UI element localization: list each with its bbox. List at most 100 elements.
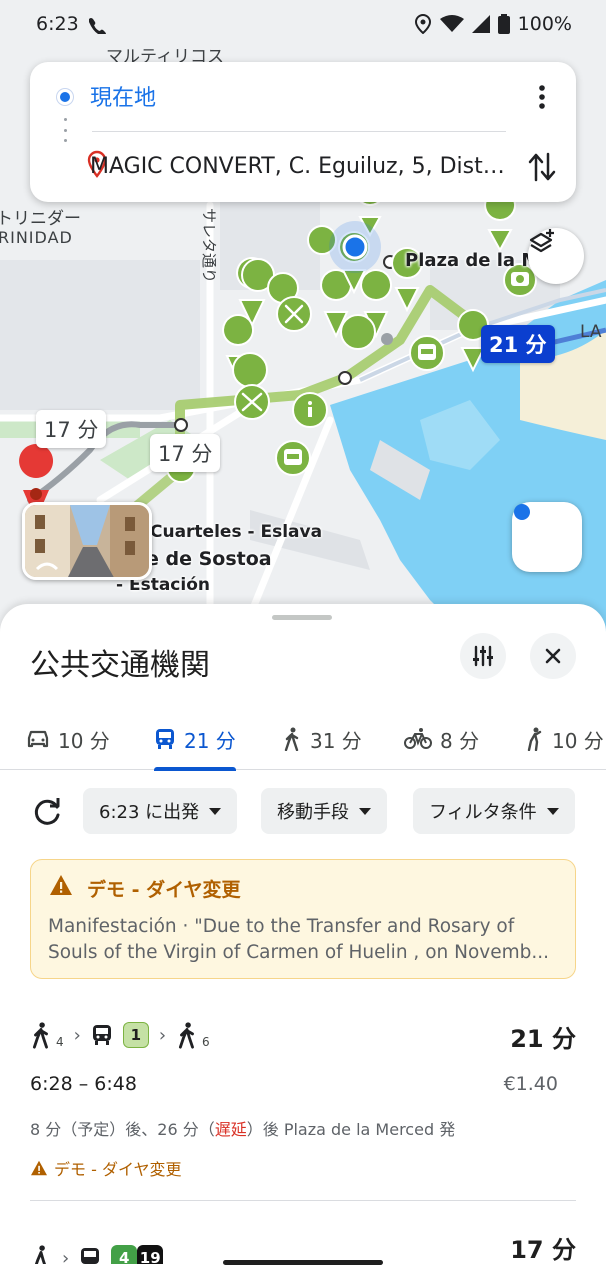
wifi-icon xyxy=(439,15,464,32)
depart-time-label: 6:23 に出発 xyxy=(99,802,200,823)
battery-icon xyxy=(497,14,510,34)
chevron-right-icon: › xyxy=(158,1024,167,1046)
tab-drive-label: 10 分 xyxy=(58,728,110,753)
route-connector-icon xyxy=(64,118,67,142)
tab-rideshare-label: 10 分 xyxy=(552,728,604,753)
map-label-sareta: サレタ通り xyxy=(200,208,218,284)
tab-transit[interactable]: 21 分 xyxy=(154,708,236,771)
signal-icon xyxy=(471,15,490,33)
rideshare-icon xyxy=(527,727,542,751)
walk-time-chip[interactable]: 17 分 xyxy=(36,410,107,448)
chevron-down-icon xyxy=(359,807,371,815)
bus-icon xyxy=(156,729,174,749)
filter-options-chip[interactable]: フィルタ条件 xyxy=(413,788,575,834)
route-fare: €1.40 xyxy=(503,1073,558,1095)
tab-bike-label: 8 分 xyxy=(440,728,480,753)
battery-percent: 100% xyxy=(517,13,572,35)
bus-icon xyxy=(81,1248,100,1264)
departure-text: 8 分（予定）後、26 分（ xyxy=(30,1120,215,1139)
origin-field[interactable]: 現在地 xyxy=(30,76,576,116)
warning-icon xyxy=(50,875,72,895)
my-location-icon xyxy=(514,504,530,520)
walk-minutes: 4 xyxy=(56,1035,64,1049)
status-bar: 6:23 100% xyxy=(0,0,606,50)
travel-modes-label: 移動手段 xyxy=(277,802,349,823)
chevron-down-icon xyxy=(546,807,559,815)
chevron-down-icon xyxy=(209,807,222,815)
route-alert-text: デモ - ダイヤ変更 xyxy=(54,1160,182,1179)
bike-icon xyxy=(404,728,432,749)
map-label-plaza: Plaza de la M xyxy=(405,250,540,271)
departure-info: 8 分（予定）後、26 分（遅延）後 Plaza de la Merced 発 xyxy=(30,1116,455,1140)
route-search-card: 現在地 MAGIC CONVERT, C. Eguiluz, 5, Distr.… xyxy=(30,62,576,202)
tab-walk[interactable]: 31 分 xyxy=(282,708,362,770)
street-view-thumbnail[interactable] xyxy=(22,502,152,580)
tab-walk-label: 31 分 xyxy=(310,728,362,753)
walk-icon xyxy=(179,1022,194,1049)
walk-time-chip-mid[interactable]: 17 分 xyxy=(150,434,221,472)
map-label-trinidad-jp: トリニダー xyxy=(0,209,81,229)
tab-rideshare[interactable]: 10 分 xyxy=(524,708,604,770)
map-label-sostoa: e de Sostoa xyxy=(146,548,272,570)
more-options-icon[interactable] xyxy=(530,82,554,112)
walk-icon xyxy=(34,1245,46,1264)
map-label-la: LA xyxy=(580,322,602,342)
warning-icon xyxy=(31,1160,47,1176)
filter-row: 6:23 に出発 移動手段 フィルタ条件 xyxy=(0,788,606,836)
tab-drive[interactable]: 10 分 xyxy=(26,708,110,770)
alert-body: Manifestación · "Due to the Transfer and… xyxy=(48,914,563,966)
route-steps: › 4 19 xyxy=(30,1240,164,1265)
route-option[interactable]: › 4 19 17 分 xyxy=(30,1224,576,1264)
chevron-right-icon: › xyxy=(62,1247,70,1265)
service-alert-card[interactable]: デモ - ダイヤ変更 Manifestación · "Due to the T… xyxy=(30,859,576,979)
travel-mode-tabs: 10 分 21 分 31 分 8 分 10 分 xyxy=(0,708,606,771)
transit-time-chip[interactable]: 21 分 xyxy=(481,325,555,363)
route-options-button[interactable] xyxy=(460,633,506,679)
origin-text: 現在地 xyxy=(90,86,157,111)
walk-icon xyxy=(284,727,299,751)
route-alert: デモ - ダイヤ変更 xyxy=(30,1156,181,1180)
chevron-right-icon: › xyxy=(73,1024,81,1046)
delay-label: 遅延 xyxy=(214,1120,247,1139)
alert-line-1: Manifestación · "Due to the Transfer and… xyxy=(48,916,515,937)
tab-bike[interactable]: 8 分 xyxy=(404,708,479,770)
alert-line-2: Souls of the Virgin of Carmen of Huelin … xyxy=(48,942,550,963)
layers-icon xyxy=(529,229,554,253)
location-status-icon xyxy=(414,14,431,34)
close-button[interactable] xyxy=(530,633,576,679)
route-duration: 17 分 xyxy=(510,1236,576,1264)
refresh-icon[interactable] xyxy=(30,796,64,830)
route-option[interactable]: 4 › 1 › 6 21 分 6:28 – 6:48 €1.40 8 分（予定）… xyxy=(30,1009,576,1201)
destination-text: MAGIC CONVERT, C. Eguiluz, 5, Distr... xyxy=(90,153,510,179)
my-location-button[interactable] xyxy=(512,502,582,572)
line-badge: 1 xyxy=(122,1022,149,1048)
gesture-nav-bar[interactable] xyxy=(223,1260,383,1265)
route-duration: 21 分 xyxy=(510,1025,576,1053)
close-icon xyxy=(545,648,561,664)
directions-sheet: 公共交通機関 10 分 21 分 31 分 8 分 10 分 6:23 に出発 … xyxy=(0,604,606,1280)
swap-icon[interactable] xyxy=(526,150,558,184)
line-badge: 19 xyxy=(137,1245,164,1264)
walk-minutes: 6 xyxy=(202,1035,210,1049)
line-badge: 4 xyxy=(111,1245,138,1264)
tune-icon xyxy=(473,645,493,667)
call-icon xyxy=(89,18,106,34)
route-times: 6:28 – 6:48 xyxy=(30,1073,137,1095)
route-steps: 4 › 1 › 6 xyxy=(30,1017,210,1053)
drag-handle[interactable] xyxy=(272,615,332,620)
destination-field[interactable]: MAGIC CONVERT, C. Eguiluz, 5, Distr... xyxy=(30,146,576,186)
divider xyxy=(92,131,506,132)
depart-time-chip[interactable]: 6:23 に出発 xyxy=(83,788,238,834)
alert-title: デモ - ダイヤ変更 xyxy=(87,879,241,901)
status-time: 6:23 xyxy=(36,13,79,35)
walk-icon xyxy=(32,1022,48,1049)
sheet-title: 公共交通機関 xyxy=(30,648,210,683)
bus-icon xyxy=(92,1025,111,1045)
map-label-trinidad: RINIDAD xyxy=(0,228,73,247)
travel-modes-chip[interactable]: 移動手段 xyxy=(261,788,387,834)
layers-button[interactable] xyxy=(528,228,584,284)
departure-stop: ）後 Plaza de la Merced 発 xyxy=(246,1120,456,1139)
filter-options-label: フィルタ条件 xyxy=(429,802,537,823)
tab-transit-label: 21 分 xyxy=(184,728,236,753)
map-label-cuarteles: Cuarteles - Eslava xyxy=(150,522,323,542)
